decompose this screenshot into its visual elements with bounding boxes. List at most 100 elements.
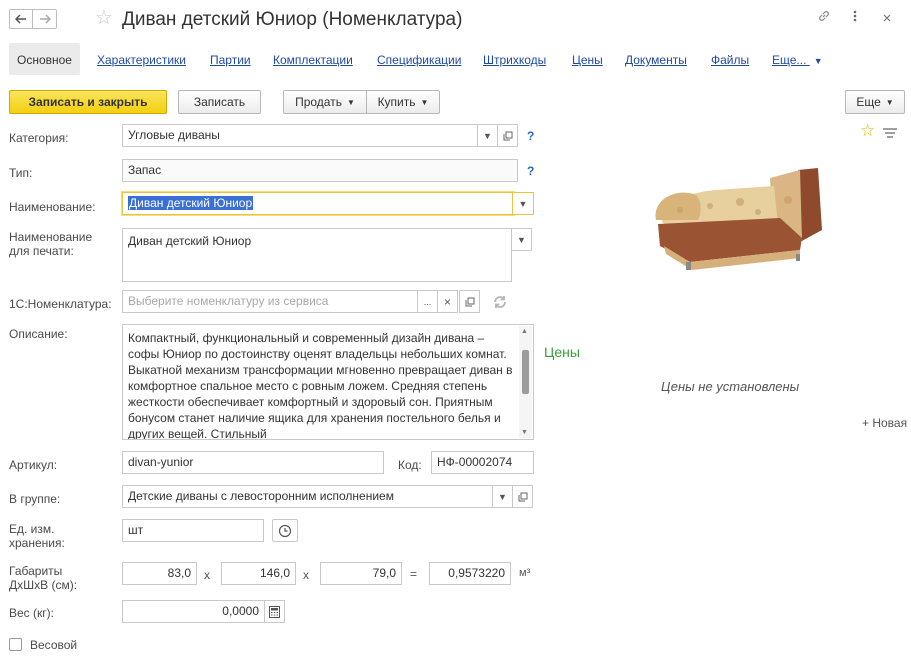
list-settings-icon[interactable]	[882, 127, 898, 141]
scroll-up-icon[interactable]: ▲	[521, 328, 528, 335]
type-label: Тип:	[9, 166, 33, 180]
product-image	[655, 168, 822, 270]
star-icon[interactable]: ☆	[860, 122, 875, 140]
weighted-label: Весовой	[30, 638, 78, 652]
window-title: Диван детский Юниор (Номенклатура)	[122, 9, 463, 30]
volume-field: 0,9573220	[429, 562, 511, 585]
description-textarea[interactable]: Компактный, функциональный и современный…	[122, 324, 534, 440]
nomenclature-1c-clear-button[interactable]: ×	[437, 290, 458, 313]
category-label: Категория:	[9, 131, 69, 145]
code-label: Код:	[398, 458, 422, 472]
more-vertical-icon[interactable]	[853, 9, 857, 27]
height-input[interactable]: 79,0	[320, 562, 402, 585]
open-icon	[518, 492, 527, 501]
tab-barcodes[interactable]: Штрихкоды	[483, 52, 546, 68]
group-field[interactable]: Детские диваны с левосторонним исполнени…	[122, 485, 493, 508]
unit-history-button[interactable]	[272, 519, 298, 542]
name-dropdown-button[interactable]: ▼	[512, 192, 534, 215]
buy-label: Купить	[377, 95, 416, 109]
category-help-icon[interactable]: ?	[527, 129, 534, 143]
description-scrollbar[interactable]: ▲ ▼	[519, 326, 532, 438]
chevron-down-icon: ▼	[813, 56, 823, 66]
unit-field[interactable]: шт	[122, 519, 264, 542]
tab-documents[interactable]: Документы	[625, 52, 687, 68]
tab-characteristics[interactable]: Характеристики	[97, 52, 186, 68]
times-sign: x	[204, 568, 210, 582]
prices-empty-text: Цены не установлены	[661, 379, 800, 394]
prices-title: Цены	[544, 344, 580, 360]
print-name-label: Наименование для печати:	[9, 230, 93, 258]
link-icon[interactable]	[817, 9, 831, 27]
weight-input[interactable]: 0,0000	[122, 600, 265, 623]
category-field[interactable]: Угловые диваны	[122, 124, 478, 147]
tab-prices[interactable]: Цены	[572, 52, 603, 68]
name-input-value: Диван детский Юниор	[128, 196, 254, 210]
more-label: Еще	[856, 95, 881, 109]
save-button[interactable]: Записать	[178, 90, 261, 114]
tab-more[interactable]: Еще... ▼	[772, 52, 823, 69]
calculator-button[interactable]	[264, 600, 285, 623]
tab-batches[interactable]: Партии	[210, 52, 251, 68]
dropdown-arrow-icon: ▼	[517, 234, 526, 245]
article-input[interactable]: divan-yunior	[122, 451, 384, 474]
sell-label: Продать	[295, 95, 342, 109]
buy-button[interactable]: Купить ▼	[366, 90, 440, 114]
dropdown-arrow-icon: ▼	[518, 198, 528, 209]
weighted-checkbox[interactable]	[9, 638, 22, 651]
description-label: Описание:	[9, 327, 68, 341]
close-icon[interactable]	[882, 9, 892, 27]
print-name-input[interactable]: Диван детский Юниор	[122, 228, 512, 282]
arrow-left-icon	[15, 14, 26, 24]
open-icon	[465, 297, 474, 306]
name-input[interactable]: Диван детский Юниор	[122, 192, 514, 215]
equals-sign: =	[410, 567, 418, 581]
type-field: Запас	[122, 159, 518, 182]
tab-files[interactable]: Файлы	[711, 52, 749, 68]
type-help-icon[interactable]: ?	[527, 164, 534, 178]
scroll-down-icon[interactable]: ▼	[521, 429, 528, 436]
chevron-down-icon: ▼	[346, 97, 355, 107]
new-price-button[interactable]: + Новая	[862, 416, 907, 430]
back-button[interactable]	[9, 9, 33, 29]
calculator-icon	[269, 605, 280, 618]
chevron-down-icon: ▼	[420, 97, 429, 107]
more-actions-button[interactable]: Еще ▼	[845, 90, 905, 114]
category-dropdown-button[interactable]: ▼	[477, 124, 498, 147]
forward-button[interactable]	[33, 9, 57, 29]
tab-main[interactable]: Основное	[9, 43, 80, 75]
group-dropdown-button[interactable]: ▼	[492, 485, 513, 508]
tab-more-label: Еще...	[772, 53, 807, 67]
volume-unit: м³	[519, 567, 531, 579]
nomenclature-1c-select-button[interactable]: ...	[417, 290, 438, 313]
length-input[interactable]: 83,0	[122, 562, 197, 585]
tab-kits[interactable]: Комплектации	[273, 52, 353, 68]
favorite-star-icon[interactable]: ☆	[95, 7, 113, 29]
nomenclature-1c-input[interactable]: Выберите номенклатуру из сервиса	[122, 290, 418, 313]
dimensions-label: Габариты ДхШхВ (см):	[9, 564, 78, 592]
weight-label: Вес (кг):	[9, 606, 54, 620]
chevron-down-icon: ▼	[885, 97, 894, 107]
nomenclature-1c-label: 1С:Номенклатура:	[9, 297, 112, 311]
group-label: В группе:	[9, 492, 61, 506]
width-input[interactable]: 146,0	[221, 562, 296, 585]
clock-icon	[278, 524, 292, 537]
times-sign: x	[303, 568, 309, 582]
scrollbar-thumb[interactable]	[522, 350, 529, 394]
refresh-icon[interactable]	[492, 295, 508, 312]
open-icon	[503, 131, 512, 140]
tab-specifications[interactable]: Спецификации	[377, 52, 461, 68]
print-name-dropdown-button[interactable]: ▼	[511, 228, 532, 251]
category-open-button[interactable]	[497, 124, 518, 147]
dropdown-arrow-icon: ▼	[483, 130, 492, 141]
group-open-button[interactable]	[512, 485, 533, 508]
description-text: Компактный, функциональный и современный…	[128, 331, 513, 440]
sell-button[interactable]: Продать ▼	[283, 90, 367, 114]
save-and-close-button[interactable]: Записать и закрыть	[9, 90, 167, 114]
code-input[interactable]: НФ-00002074	[431, 451, 534, 474]
name-label: Наименование:	[9, 200, 96, 214]
article-label: Артикул:	[9, 458, 58, 472]
unit-label: Ед. изм. хранения:	[9, 522, 65, 550]
nomenclature-1c-open-button[interactable]	[459, 290, 480, 313]
dropdown-arrow-icon: ▼	[498, 491, 507, 502]
nomenclature-1c-placeholder: Выберите номенклатуру из сервиса	[128, 294, 329, 308]
